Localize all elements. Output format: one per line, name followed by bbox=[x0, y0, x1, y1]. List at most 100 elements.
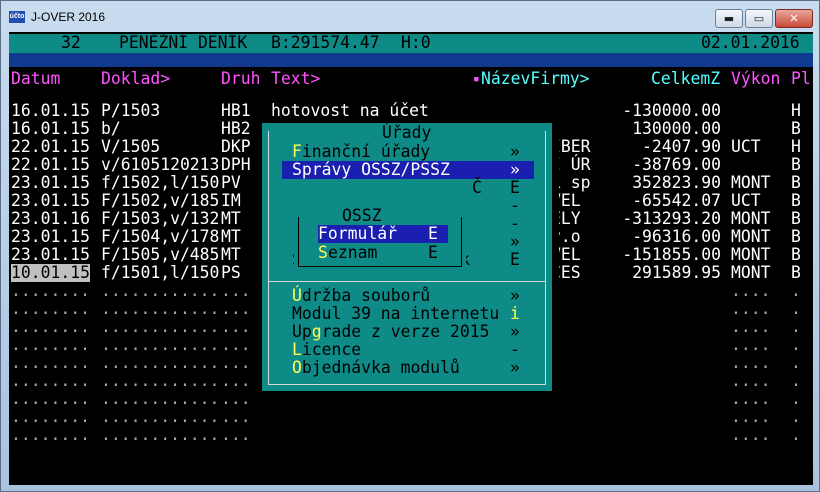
status-header: 32 PENĚŽNÍ DENÍK B:291574.47 H:0 02.01.2… bbox=[9, 34, 813, 53]
cell-doklad: f/1502,l/150 bbox=[101, 173, 220, 192]
empty-cell-druh: ... bbox=[221, 299, 251, 318]
col-doklad[interactable]: Doklad> bbox=[101, 70, 170, 88]
menu-item-shortcut: - bbox=[510, 340, 520, 359]
close-button[interactable]: ✕ bbox=[775, 9, 813, 28]
maximize-button[interactable]: ▭ bbox=[745, 9, 773, 28]
cell-datum: 22.01.15 bbox=[11, 155, 90, 174]
formular-label: Formulář bbox=[318, 224, 397, 243]
ossz-submenu: OSSZ Formulář E S eznam E bbox=[294, 206, 466, 269]
cell-celkem: -130000.00 bbox=[622, 101, 721, 120]
col-celkem[interactable]: CelkemZ bbox=[651, 70, 720, 88]
menu-item-extra: Č bbox=[472, 178, 482, 197]
cell-doklad: F/1505,v/485 bbox=[101, 245, 220, 264]
empty-cell-pl: . bbox=[791, 425, 801, 444]
menu-item-shortcut: » bbox=[510, 232, 520, 251]
menu-item[interactable]: Licence - bbox=[282, 341, 534, 359]
col-pl[interactable]: Pl bbox=[791, 70, 811, 88]
cell-vykon: MONT bbox=[731, 263, 771, 282]
cell-datum: 23.01.15 bbox=[11, 191, 90, 210]
submenu-item-seznam[interactable]: S eznam E bbox=[318, 244, 448, 262]
cell-celkem: -313293.20 bbox=[622, 209, 721, 228]
cell-firma: Í ÚR bbox=[551, 155, 591, 174]
empty-cell-pl: . bbox=[791, 281, 801, 300]
menu-item-hotkey: Ú bbox=[292, 286, 302, 305]
close-icon: ✕ bbox=[789, 12, 799, 25]
menu-item[interactable]: Správy OSSZ/PSSZ » bbox=[282, 161, 534, 179]
col-text[interactable]: Text> bbox=[271, 70, 320, 88]
minimize-button[interactable]: ▬ bbox=[715, 9, 743, 28]
empty-cell-datum: ........ bbox=[11, 407, 90, 426]
empty-cell-druh: ... bbox=[221, 317, 251, 336]
current-date: 02.01.2016 bbox=[701, 33, 800, 52]
menu-item[interactable]: Finanční úřady » bbox=[282, 143, 534, 161]
empty-cell-druh: ... bbox=[221, 353, 251, 372]
cell-firma: VEL bbox=[551, 245, 581, 264]
cell-datum: 23.01.15 bbox=[11, 245, 90, 264]
empty-cell-doklad: ............ bbox=[101, 299, 220, 318]
empty-cell-druh: ... bbox=[221, 335, 251, 354]
empty-cell-vykon: .... bbox=[731, 317, 771, 336]
title-bar[interactable]: účto J-OVER 2016 ▬ ▭ ✕ bbox=[1, 1, 819, 33]
cell-vykon: UCT bbox=[731, 137, 761, 156]
empty-cell-doklad: ............ bbox=[101, 389, 220, 408]
cell-vykon: MONT bbox=[731, 227, 771, 246]
menu-item-label: Up bbox=[292, 322, 312, 341]
seznam-key: E bbox=[428, 243, 438, 262]
menu-item-label: icence bbox=[301, 340, 362, 359]
empty-row[interactable]: ............................ bbox=[9, 426, 813, 444]
empty-cell-pl: . bbox=[791, 389, 801, 408]
h-value: H:0 bbox=[401, 33, 431, 52]
cell-doklad: F/1502,v/185 bbox=[101, 191, 220, 210]
col-datum[interactable]: Datum bbox=[11, 70, 60, 88]
menu-item-label: bjednávka modulů bbox=[301, 358, 460, 377]
col-druh[interactable]: Druh bbox=[221, 70, 260, 88]
empty-cell-pl: . bbox=[791, 335, 801, 354]
cell-datum: 23.01.16 bbox=[11, 209, 90, 228]
cell-pl: H bbox=[791, 137, 801, 156]
menu-item-shortcut: » bbox=[510, 358, 520, 377]
journal-number: 32 bbox=[61, 33, 81, 52]
cell-druh: IM bbox=[221, 191, 241, 210]
cell-doklad: b/ bbox=[101, 119, 121, 138]
cell-celkem: -151855.00 bbox=[622, 245, 721, 264]
table-row[interactable]: 16.01.15 P/1503 HB1 hotovost na účet -130000… bbox=[9, 102, 813, 120]
menu-item-hotkey: F bbox=[292, 142, 302, 161]
journal-title: PENĚŽNÍ DENÍK bbox=[119, 33, 248, 52]
terminal-screen[interactable]: 32 PENĚŽNÍ DENÍK B:291574.47 H:0 02.01.2… bbox=[9, 32, 813, 485]
submenu-item-formular[interactable]: Formulář E bbox=[318, 225, 448, 243]
cell-vykon: MONT bbox=[731, 245, 771, 264]
empty-cell-pl: . bbox=[791, 353, 801, 372]
cell-vykon: UCT bbox=[731, 191, 761, 210]
empty-cell-vykon: .... bbox=[731, 389, 771, 408]
empty-row[interactable]: ............................ bbox=[9, 408, 813, 426]
empty-cell-pl: . bbox=[791, 317, 801, 336]
menu-item[interactable]: Objednávka modulů » bbox=[282, 359, 534, 377]
col-nazev-firmy[interactable]: NázevFirmy> bbox=[481, 70, 590, 88]
empty-cell-doklad: ............ bbox=[101, 317, 220, 336]
cell-doklad: V/1505 bbox=[101, 137, 161, 156]
menu-title: Úřady bbox=[380, 123, 434, 142]
empty-row[interactable]: ............................ bbox=[9, 390, 813, 408]
cell-celkem: -38769.00 bbox=[632, 155, 721, 174]
app-icon: účto bbox=[9, 11, 25, 23]
empty-cell-pl: . bbox=[791, 371, 801, 390]
menu-item: ČE bbox=[282, 179, 534, 197]
menu-item-hotkey: O bbox=[292, 358, 302, 377]
empty-cell-druh: ... bbox=[221, 281, 251, 300]
col-vykon[interactable]: Výkon bbox=[731, 70, 780, 88]
empty-cell-datum: ........ bbox=[11, 425, 90, 444]
menu-item-shortcut: » bbox=[510, 142, 520, 161]
separator-bar bbox=[9, 53, 813, 67]
cell-datum: 22.01.15 bbox=[11, 137, 90, 156]
minimize-icon: ▬ bbox=[723, 12, 735, 25]
cell-text: hotovost na účet bbox=[271, 101, 429, 120]
cell-pl: B bbox=[791, 209, 801, 228]
cell-celkem: 352823.90 bbox=[632, 173, 721, 192]
cell-druh: DKP bbox=[221, 137, 251, 156]
cell-doklad: F/1504,v/178 bbox=[101, 227, 220, 246]
empty-cell-pl: . bbox=[791, 407, 801, 426]
empty-cell-vykon: .... bbox=[731, 407, 771, 426]
menu-item-shortcut: - bbox=[510, 214, 520, 233]
empty-cell-datum: ........ bbox=[11, 353, 90, 372]
cell-doklad: f/1501,l/150 bbox=[101, 263, 220, 282]
